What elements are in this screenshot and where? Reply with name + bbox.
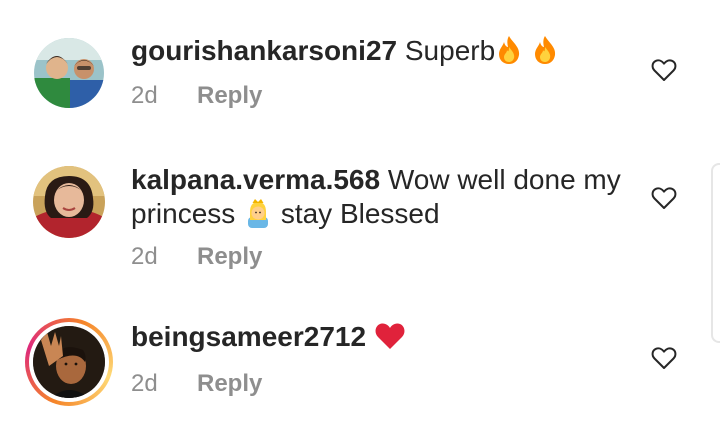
- comment-username[interactable]: gourishankarsoni27: [131, 35, 397, 66]
- comment-meta: 2d Reply: [131, 370, 262, 398]
- heart-outline-icon[interactable]: [651, 58, 677, 82]
- comment-body-line2-end: stay Blessed: [280, 198, 440, 229]
- comment-text: gourishankarsoni27 Superb: [131, 34, 559, 73]
- comment-username[interactable]: beingsameer2712: [131, 321, 366, 352]
- comment-text: beingsameer2712: [131, 320, 406, 359]
- comment-timestamp: 2d: [131, 82, 158, 109]
- comment-text: kalpana.verma.568 Wow well done my princ…: [131, 163, 621, 236]
- princess-emoji-icon: [243, 198, 273, 236]
- reply-button[interactable]: Reply: [197, 370, 262, 397]
- fire-icon: [495, 35, 523, 73]
- avatar[interactable]: [33, 326, 105, 398]
- reply-button[interactable]: Reply: [197, 82, 262, 109]
- comment-body-line1: Wow well done my: [387, 164, 621, 195]
- fire-icon: [531, 35, 559, 73]
- comment-body-line2-start: princess: [131, 198, 236, 229]
- comment-meta: 2d Reply: [131, 82, 262, 110]
- reply-button[interactable]: Reply: [197, 243, 262, 270]
- comment-timestamp: 2d: [131, 370, 158, 397]
- avatar[interactable]: [34, 38, 104, 108]
- red-heart-icon: [374, 321, 406, 359]
- heart-outline-icon[interactable]: [651, 186, 677, 210]
- comment-body: Superb: [404, 35, 496, 66]
- story-ring[interactable]: [25, 318, 113, 406]
- comment-meta: 2d Reply: [131, 243, 262, 271]
- comment-username[interactable]: kalpana.verma.568: [131, 164, 380, 195]
- comments-screen: gourishankarsoni27 Superb 2d Reply kalpa…: [0, 0, 720, 428]
- comment-timestamp: 2d: [131, 243, 158, 270]
- heart-outline-icon[interactable]: [651, 346, 677, 370]
- scrollbar[interactable]: [711, 163, 720, 343]
- avatar[interactable]: [33, 166, 105, 238]
